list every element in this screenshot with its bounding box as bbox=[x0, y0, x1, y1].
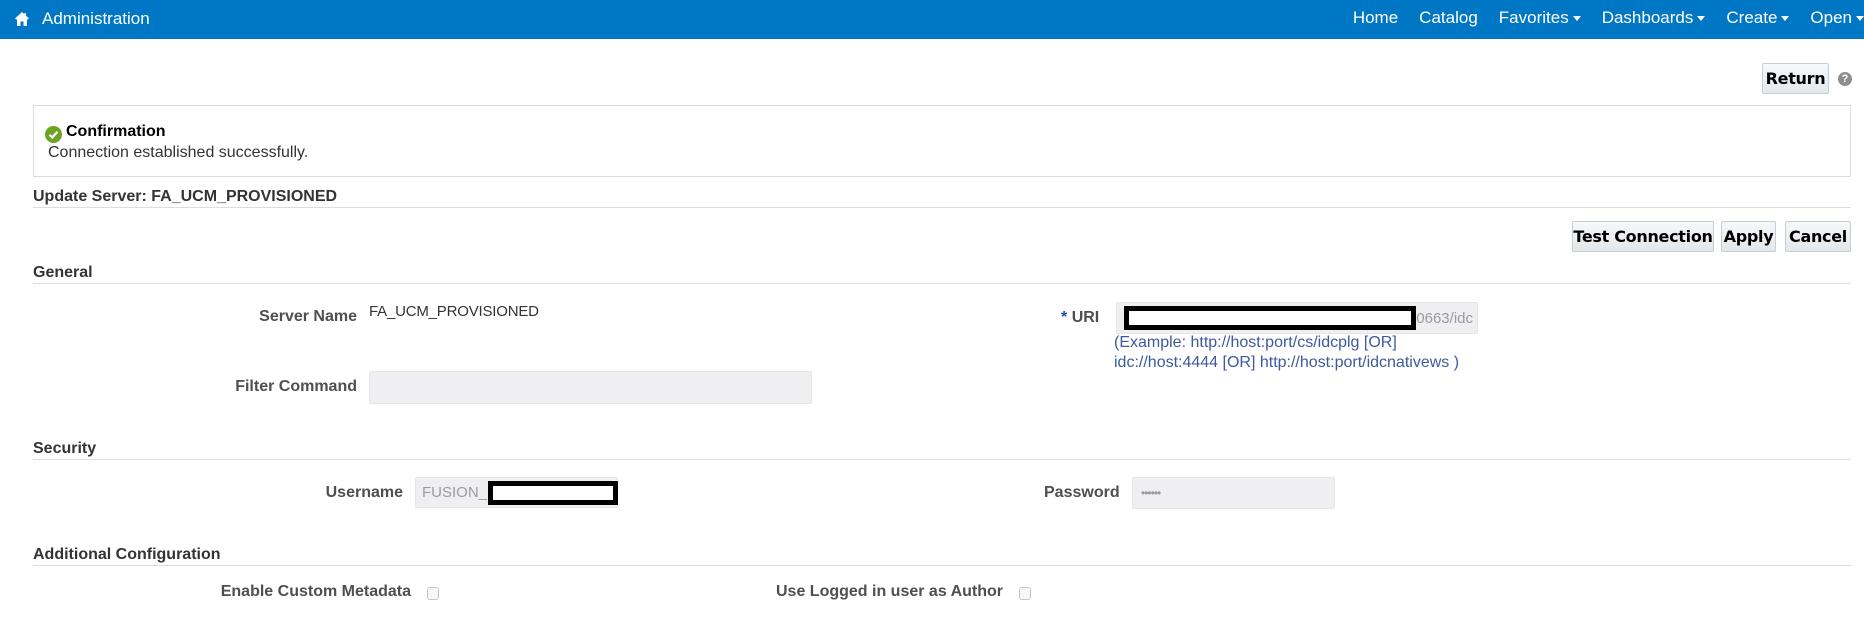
check-circle-icon bbox=[45, 126, 62, 143]
nav-create-label: Create bbox=[1726, 8, 1778, 27]
enable-custom-metadata-checkbox[interactable] bbox=[427, 587, 439, 600]
filter-command-label: Filter Command bbox=[235, 378, 357, 395]
redaction-box bbox=[488, 481, 618, 505]
nav-favorites-label: Favorites bbox=[1498, 8, 1569, 27]
server-name-label: Server Name bbox=[259, 308, 357, 325]
divider bbox=[33, 207, 1851, 208]
nav-create[interactable]: Create bbox=[1726, 8, 1790, 28]
nav-home-label: Home bbox=[1352, 8, 1399, 27]
help-icon[interactable]: ? bbox=[1838, 72, 1852, 86]
confirmation-title: Confirmation bbox=[66, 123, 166, 140]
return-button[interactable]: Return bbox=[1762, 63, 1829, 94]
uri-label: * URI bbox=[1061, 309, 1099, 327]
divider bbox=[33, 459, 1851, 460]
use-logged-in-user-checkbox[interactable] bbox=[1019, 587, 1031, 600]
app-title: Administration bbox=[42, 9, 150, 28]
section-general-title: General bbox=[33, 264, 93, 281]
server-name-value: FA_UCM_PROVISIONED bbox=[369, 303, 539, 320]
home-icon[interactable] bbox=[14, 11, 30, 27]
uri-hint-line-2: idc://host:4444 [OR] http://host:port/id… bbox=[1114, 354, 1460, 371]
section-additional-title: Additional Configuration bbox=[33, 546, 221, 563]
nav-home[interactable]: Home bbox=[1353, 8, 1398, 28]
nav-catalog-label: Catalog bbox=[1419, 8, 1478, 27]
nav-catalog[interactable]: Catalog bbox=[1419, 8, 1478, 28]
test-connection-button[interactable]: Test Connection bbox=[1572, 221, 1714, 252]
username-value: FUSION_ bbox=[422, 484, 488, 501]
divider bbox=[33, 283, 1851, 284]
nav-dashboards[interactable]: Dashboards bbox=[1602, 8, 1706, 28]
chevron-down-icon bbox=[1697, 15, 1706, 21]
page-title: Update Server: FA_UCM_PROVISIONED bbox=[33, 188, 338, 205]
confirmation-message-box: Confirmation Connection established succ… bbox=[33, 105, 1851, 177]
redaction-box bbox=[1124, 306, 1416, 330]
uri-hint-line-1: (Example: http://host:port/cs/idcplg [OR… bbox=[1114, 334, 1397, 351]
nav-favorites[interactable]: Favorites bbox=[1499, 8, 1581, 28]
username-label: Username bbox=[325, 484, 403, 501]
enable-custom-metadata-label: Enable Custom Metadata bbox=[220, 583, 411, 600]
chevron-down-icon bbox=[1572, 15, 1581, 21]
password-label: Password bbox=[1044, 484, 1120, 501]
chevron-down-icon bbox=[1856, 15, 1864, 21]
use-logged-in-user-label: Use Logged in user as Author bbox=[776, 583, 1003, 600]
divider bbox=[33, 565, 1851, 566]
uri-label-text: URI bbox=[1071, 309, 1100, 326]
nav-open[interactable]: Open bbox=[1810, 8, 1864, 28]
uri-value-suffix: 0663/idc bbox=[1416, 309, 1473, 327]
confirmation-text: Connection established successfully. bbox=[48, 144, 309, 161]
global-nav: Home Catalog Favorites Dashboards Create… bbox=[1332, 8, 1864, 28]
section-security-title: Security bbox=[33, 440, 97, 457]
cancel-button[interactable]: Cancel bbox=[1785, 221, 1851, 252]
top-nav-bar: Administration Home Catalog Favorites Da… bbox=[0, 0, 1864, 39]
chevron-down-icon bbox=[1781, 15, 1790, 21]
nav-open-label: Open bbox=[1810, 8, 1852, 27]
apply-button[interactable]: Apply bbox=[1721, 221, 1776, 252]
required-marker: * bbox=[1061, 309, 1068, 326]
filter-command-input[interactable] bbox=[369, 371, 812, 404]
nav-dashboards-label: Dashboards bbox=[1601, 8, 1694, 27]
password-input[interactable]: •••••• bbox=[1132, 477, 1335, 509]
